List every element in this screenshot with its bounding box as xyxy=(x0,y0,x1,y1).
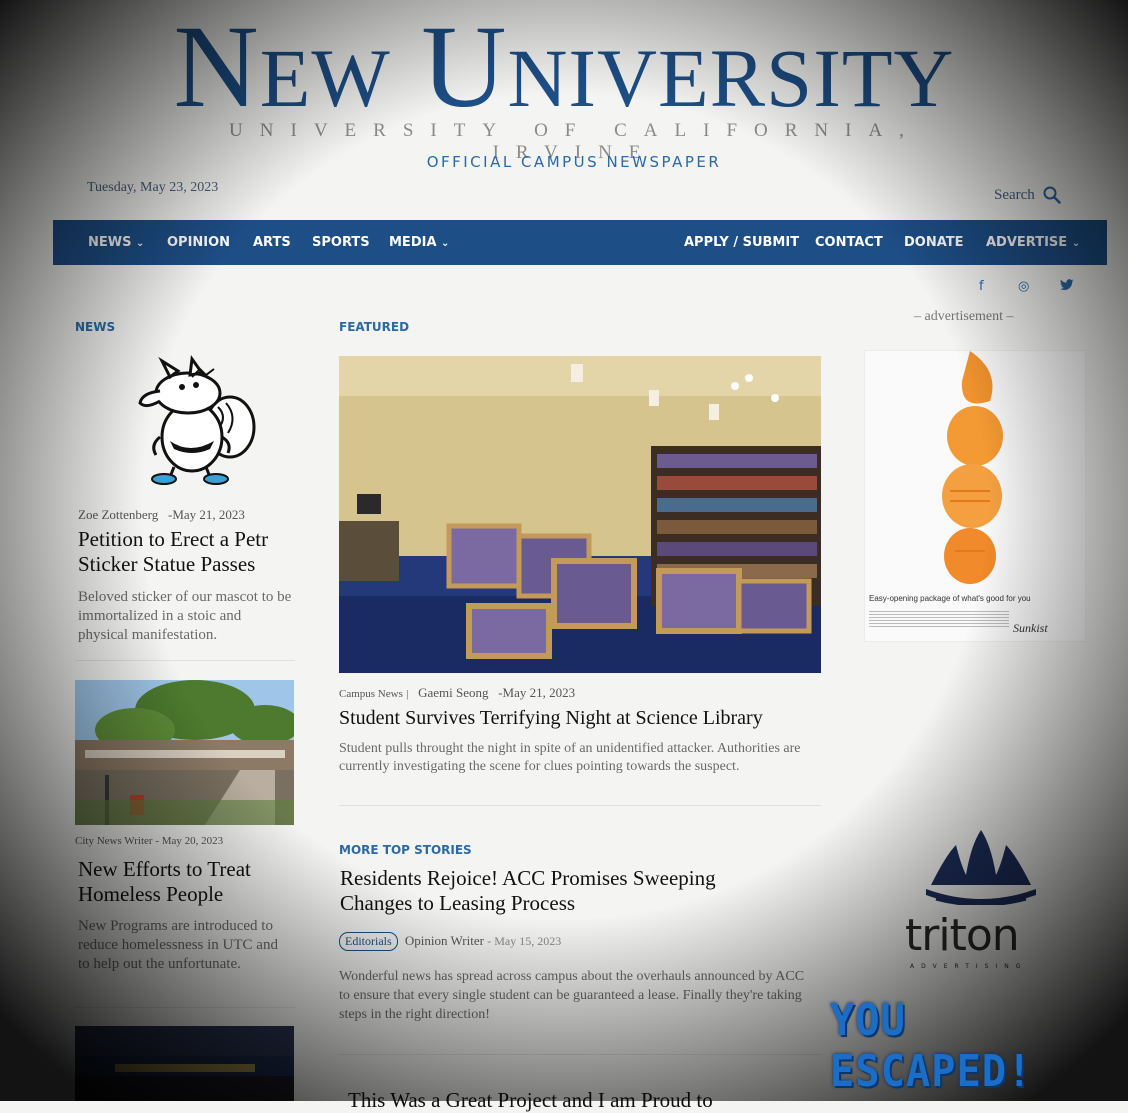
nav-item-apply-submit[interactable]: APPLY / SUBMIT xyxy=(684,235,799,250)
masthead-logo[interactable]: New University xyxy=(0,8,1128,126)
article-meta: Editorials Opinion Writer - May 15, 2023 xyxy=(339,932,561,951)
tag-badge[interactable]: Editorials xyxy=(339,932,398,951)
meta-separator: | xyxy=(406,688,409,700)
article-date: - May 15, 2023 xyxy=(487,934,562,948)
author-name[interactable]: Zoe Zottenberg xyxy=(78,507,158,522)
nav-item-media[interactable]: MEDIA ⌄ xyxy=(389,235,449,250)
masthead-tagline: OFFICIAL CAMPUS NEWSPAPER xyxy=(426,153,722,171)
section-label-featured[interactable]: FEATURED xyxy=(339,320,409,334)
search-icon xyxy=(1043,186,1061,204)
nav-label: APPLY / SUBMIT xyxy=(684,235,800,250)
petr-sticker-image[interactable] xyxy=(130,355,260,490)
facebook-icon[interactable]: f xyxy=(979,279,984,294)
category-label[interactable]: Campus News xyxy=(339,688,403,700)
search-button[interactable]: Search xyxy=(994,186,1061,204)
orange-peel-image xyxy=(942,351,1003,584)
nav-label: ARTS xyxy=(253,235,291,250)
article-date: -May 21, 2023 xyxy=(168,507,245,522)
article-title[interactable]: Residents Rejoice! ACC Promises Sweeping… xyxy=(340,866,780,916)
nav-label: MEDIA xyxy=(389,235,437,250)
date-display: Tuesday, May 23, 2023 xyxy=(87,180,219,195)
basketball-game-photo[interactable] xyxy=(75,1026,294,1101)
nav-item-contact[interactable]: CONTACT xyxy=(815,235,883,250)
chevron-down-icon: ⌄ xyxy=(1071,238,1081,249)
nav-item-donate[interactable]: DONATE xyxy=(904,235,964,250)
nav-label: NEWS xyxy=(88,235,132,250)
triton-wordmark[interactable]: triton xyxy=(905,910,1020,961)
sunkist-advertisement[interactable]: Easy-opening package of what's good for … xyxy=(864,350,1086,642)
divider xyxy=(75,1007,295,1008)
article-excerpt: Wonderful news has spread across campus … xyxy=(339,969,805,1022)
nav-item-advertise[interactable]: ADVERTISE ⌄ xyxy=(986,235,1080,250)
author-name[interactable]: Gaemi Seong xyxy=(418,685,488,700)
author-name[interactable]: City News Writer xyxy=(75,835,153,847)
science-library-photo[interactable] xyxy=(339,356,821,673)
campus-walkway-photo[interactable] xyxy=(75,680,294,825)
article-title[interactable]: Petition to Erect a Petr Sticker Statue … xyxy=(78,527,298,577)
instagram-icon[interactable]: ◎ xyxy=(1018,279,1029,294)
nav-label: ADVERTISE xyxy=(986,235,1068,250)
article-excerpt: Beloved sticker of our mascot to be immo… xyxy=(78,589,292,643)
article-meta: Zoe Zottenberg -May 21, 2023 xyxy=(78,507,245,523)
chevron-down-icon: ⌄ xyxy=(136,238,145,249)
section-label-news[interactable]: NEWS xyxy=(75,320,115,334)
author-name[interactable]: Opinion Writer xyxy=(405,933,484,948)
article-title[interactable]: Student Survives Terrifying Night at Sci… xyxy=(339,706,819,731)
nav-item-opinion[interactable]: OPINION xyxy=(167,235,230,250)
nav-item-news[interactable]: NEWS ⌄ xyxy=(88,235,144,250)
divider xyxy=(75,660,295,661)
section-label-more-top-stories[interactable]: MORE TOP STORIES xyxy=(339,843,472,857)
article-excerpt: Student pulls throught the night in spit… xyxy=(339,741,801,774)
nav-label: OPINION xyxy=(167,235,231,250)
nav-label: SPORTS xyxy=(312,235,370,250)
article-meta: City News Writer - May 20, 2023 xyxy=(75,835,223,847)
nav-item-sports[interactable]: SPORTS xyxy=(312,235,370,250)
article-title[interactable]: New Efforts to Treat Homeless People xyxy=(78,857,298,907)
twitter-bird-shape xyxy=(1060,279,1074,291)
twitter-icon[interactable] xyxy=(1060,279,1074,294)
search-label: Search xyxy=(994,186,1035,203)
ad-caption: Easy-opening package of what's good for … xyxy=(869,594,1031,603)
article-meta: Campus News | Gaemi Seong -May 21, 2023 xyxy=(339,685,575,701)
game-status-text: YOU ESCAPED! xyxy=(830,995,1033,1097)
divider xyxy=(339,1054,821,1055)
nav-item-arts[interactable]: ARTS xyxy=(253,235,291,250)
triton-trident-icon xyxy=(926,830,1036,905)
nav-label: CONTACT xyxy=(815,235,883,250)
sunkist-logo: Sunkist xyxy=(1013,621,1048,635)
triton-subtitle: ADVERTISING xyxy=(910,963,1028,970)
ad-body-text xyxy=(869,609,1009,627)
article-excerpt: New Programs are introduced to reduce ho… xyxy=(78,918,278,972)
main-navbar: NEWS ⌄ OPINION ARTS SPORTS MEDIA ⌄ APPLY… xyxy=(53,220,1107,265)
article-date: -May 21, 2023 xyxy=(498,685,576,700)
divider xyxy=(339,805,821,806)
nav-label: DONATE xyxy=(904,235,964,250)
chevron-down-icon: ⌄ xyxy=(441,238,450,249)
article-date: - May 20, 2023 xyxy=(155,835,224,847)
advertisement-label: – advertisement – xyxy=(914,309,1014,324)
